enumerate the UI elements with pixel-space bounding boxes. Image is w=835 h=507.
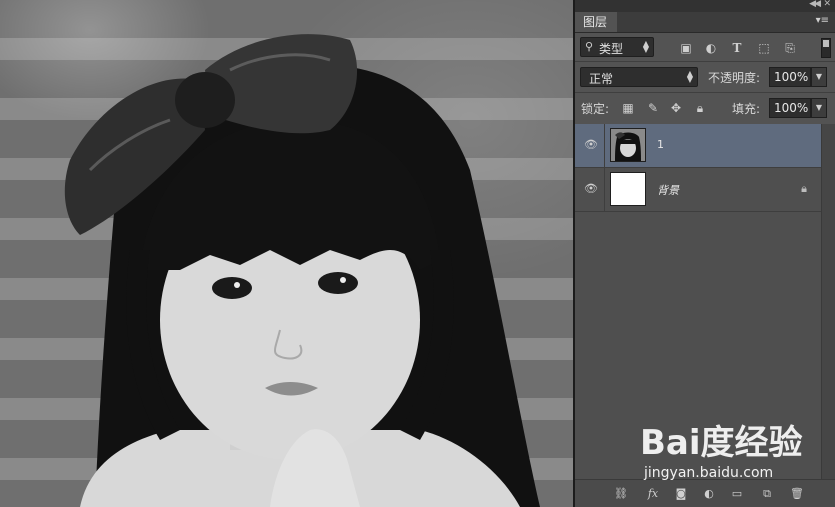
stepper-arrows-icon: ▲ ▼ bbox=[642, 39, 649, 54]
lock-icon: 🔒︎ bbox=[801, 182, 807, 195]
stepper-arrows-icon: ▲ ▼ bbox=[686, 69, 693, 84]
divider bbox=[575, 61, 835, 62]
opacity-label: 不透明度: bbox=[708, 71, 761, 85]
lock-row: 锁定: ▦ ✎ ✥ 🔒︎ 填充: 100% ▼ bbox=[575, 94, 835, 122]
fill-dropdown-button[interactable]: ▼ bbox=[811, 98, 827, 118]
lock-transparent-icon[interactable]: ▦ bbox=[621, 101, 635, 115]
lock-all-icon[interactable]: 🔒︎ bbox=[693, 101, 707, 115]
image-filter-icon[interactable]: ▣ bbox=[678, 40, 694, 56]
visibility-column: 👁︎ bbox=[575, 124, 605, 168]
eye-icon[interactable]: 👁︎ bbox=[584, 182, 598, 196]
eye-icon[interactable]: 👁︎ bbox=[584, 138, 598, 152]
blend-mode-select[interactable]: 正常 ▲ ▼ bbox=[580, 67, 698, 87]
search-icon: ⚲ bbox=[585, 40, 594, 53]
collapse-panel-icon[interactable]: ◀◀ bbox=[809, 0, 821, 9]
filter-row: ⚲ 类型 ▲ ▼ ▣ ◐ T ⬚ ⎘ bbox=[575, 33, 835, 61]
adjustment-filter-icon[interactable]: ◐ bbox=[703, 40, 719, 56]
panel-tabbar: 图层 ▾≡ bbox=[575, 12, 835, 33]
link-layers-icon[interactable]: ⛓ bbox=[613, 486, 629, 502]
smart-object-filter-icon[interactable]: ⎘ bbox=[782, 40, 798, 56]
baidu-watermark: Bai度经验 jingyan.baidu.com bbox=[640, 415, 830, 495]
opacity-dropdown-button[interactable]: ▼ bbox=[811, 67, 827, 87]
fill-input[interactable]: 100% bbox=[769, 98, 811, 118]
shape-filter-icon[interactable]: ⬚ bbox=[756, 40, 772, 56]
visibility-column: 👁︎ bbox=[575, 168, 605, 212]
panel-title-bar: ◀◀ ✕ bbox=[575, 0, 835, 12]
layer-row[interactable]: 👁︎ 1 bbox=[575, 124, 821, 168]
layer-thumbnail bbox=[610, 172, 646, 206]
type-filter-icon[interactable]: T bbox=[729, 40, 745, 56]
filter-type-select[interactable]: ⚲ 类型 ▲ ▼ bbox=[580, 37, 654, 57]
lock-image-icon[interactable]: ✎ bbox=[646, 101, 660, 115]
blend-row: 正常 ▲ ▼ 不透明度: 100% ▼ bbox=[575, 63, 835, 91]
filter-type-label: 类型 bbox=[599, 42, 624, 56]
panel-menu-icon[interactable]: ▾≡ bbox=[816, 15, 829, 26]
fill-label: 填充: bbox=[732, 102, 761, 116]
filter-toggle[interactable] bbox=[821, 38, 831, 58]
blend-mode-value: 正常 bbox=[589, 72, 614, 86]
divider bbox=[575, 92, 835, 93]
lock-label: 锁定: bbox=[581, 102, 610, 116]
layer-name[interactable]: 1 bbox=[657, 138, 664, 151]
document-canvas[interactable] bbox=[0, 0, 573, 507]
layer-row[interactable]: 👁︎ 背景 🔒︎ bbox=[575, 168, 821, 212]
tab-layers[interactable]: 图层 bbox=[575, 12, 617, 32]
opacity-input[interactable]: 100% bbox=[769, 67, 811, 87]
lock-position-icon[interactable]: ✥ bbox=[669, 101, 683, 115]
layer-name[interactable]: 背景 bbox=[657, 182, 679, 198]
photo-image bbox=[64, 34, 540, 507]
layer-thumbnail bbox=[610, 128, 646, 162]
watermark-brand: Bai度经验 bbox=[640, 423, 803, 463]
watermark-url: jingyan.baidu.com bbox=[644, 465, 774, 481]
close-panel-icon[interactable]: ✕ bbox=[823, 0, 831, 9]
